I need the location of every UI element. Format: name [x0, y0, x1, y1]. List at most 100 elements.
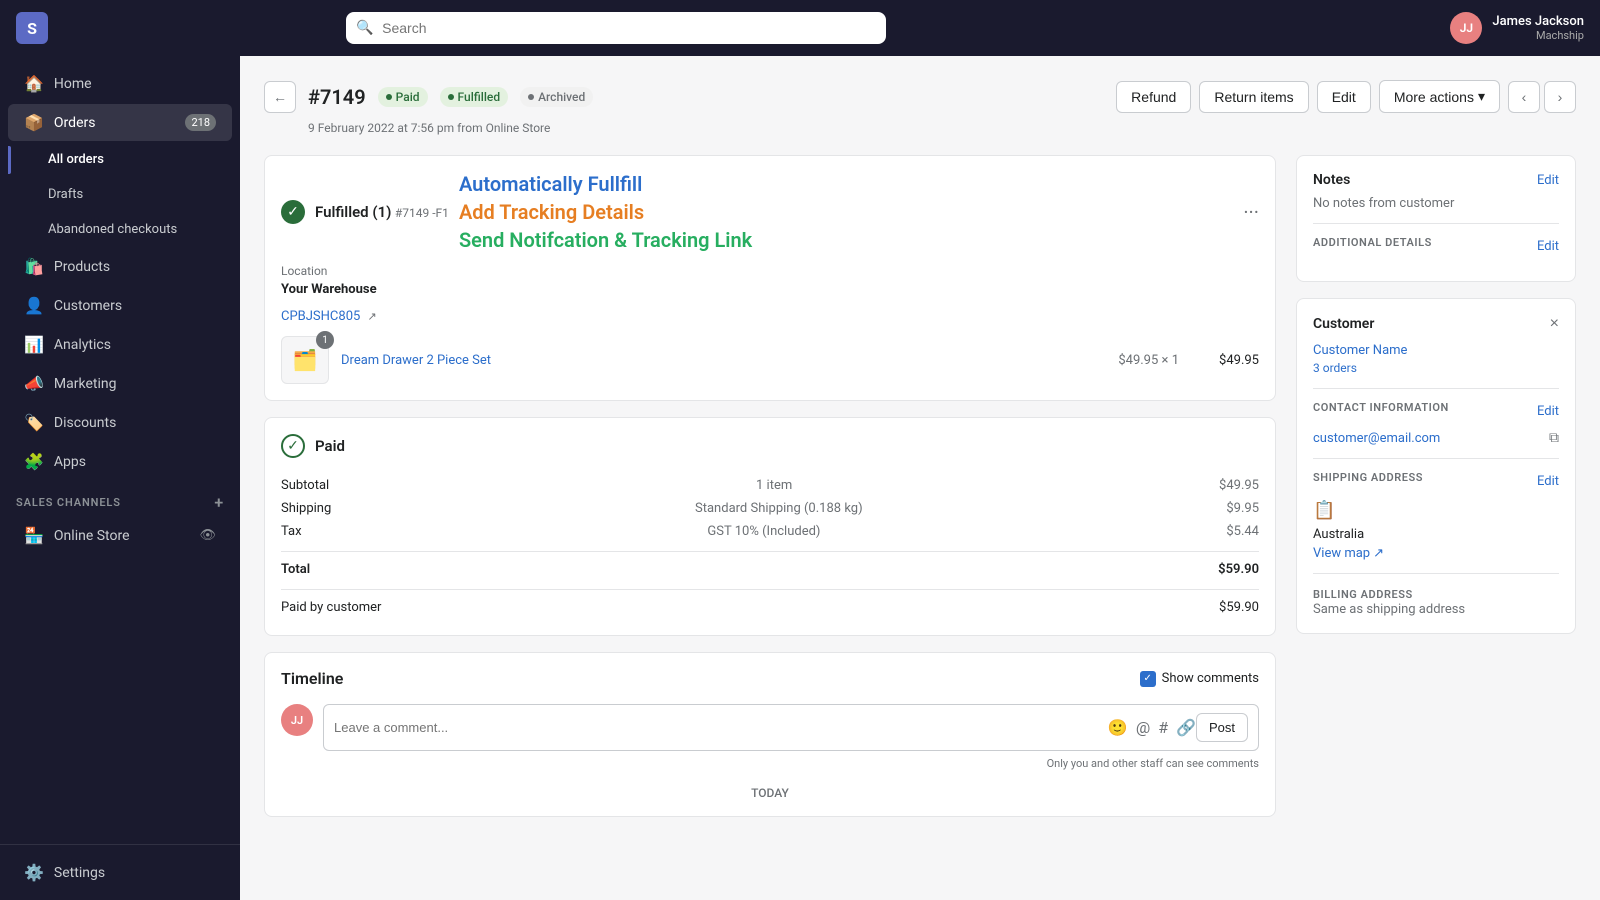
additional-details-edit-button[interactable]: Edit [1537, 239, 1559, 254]
user-info: James Jackson Machship [1492, 14, 1584, 42]
show-comments-label: Show comments [1162, 671, 1259, 686]
address-country: Australia [1313, 527, 1559, 542]
notes-edit-button[interactable]: Edit [1537, 173, 1559, 188]
sidebar-item-abandoned[interactable]: Abandoned checkouts [8, 213, 232, 246]
sidebar-item-home[interactable]: 🏠 Home [8, 65, 232, 102]
additional-details-header: ADDITIONAL DETAILS Edit [1313, 236, 1559, 257]
drafts-label: Drafts [48, 187, 83, 202]
avatar: JJ [1450, 12, 1482, 44]
discounts-icon: 🏷️ [24, 413, 44, 432]
divider-contact [1313, 388, 1559, 389]
timeline-title: Timeline [281, 669, 343, 688]
order-number: #7149 [308, 85, 366, 109]
settings-icon: ⚙️ [24, 863, 44, 882]
total-row: Total $59.90 [281, 551, 1259, 581]
sidebar-item-discounts[interactable]: 🏷️ Discounts [8, 404, 232, 441]
contact-edit-button[interactable]: Edit [1537, 404, 1559, 419]
return-items-button[interactable]: Return items [1199, 81, 1308, 113]
sidebar-item-apps[interactable]: 🧩 Apps [8, 443, 232, 480]
sidebar-item-orders[interactable]: 📦 Orders 218 [8, 104, 232, 141]
shipping-edit-button[interactable]: Edit [1537, 474, 1559, 489]
user-shop: Machship [1492, 29, 1584, 42]
badge-fulfilled: Fulfilled [440, 87, 509, 107]
sidebar-item-analytics[interactable]: 📊 Analytics [8, 326, 232, 363]
order-body: ✓ Fulfilled (1) #7149 -F1 Automatically … [264, 155, 1576, 817]
comment-area: JJ 🙂 @ # 🔗 Post [281, 704, 1259, 751]
notes-header: Notes Edit [1313, 172, 1559, 188]
store-icon: 🏪 [24, 526, 44, 545]
customer-orders-link[interactable]: 3 orders [1313, 361, 1357, 375]
product-name-link[interactable]: Dream Drawer 2 Piece Set [341, 353, 1106, 368]
fulfilled-dot [448, 94, 454, 100]
add-channel-button[interactable]: + [214, 493, 224, 512]
next-order-button[interactable]: › [1544, 81, 1576, 113]
email-row: customer@email.com ⧉ [1313, 430, 1559, 446]
sidebar-item-label: Orders [54, 115, 96, 131]
auto-fulfill-text: Automatically Fullfill Add Tracking Deta… [459, 172, 1233, 252]
view-map-link[interactable]: View map ↗ [1313, 546, 1559, 561]
sidebar-item-settings[interactable]: ⚙️ Settings [8, 854, 232, 891]
chevron-down-icon: ▾ [1478, 88, 1485, 105]
emoji-icon[interactable]: 🙂 [1108, 718, 1128, 737]
sidebar-item-label: Analytics [54, 337, 111, 353]
sidebar-item-drafts[interactable]: Drafts [8, 178, 232, 211]
notes-divider [1313, 223, 1559, 224]
sidebar-item-marketing[interactable]: 📣 Marketing [8, 365, 232, 402]
edit-button[interactable]: Edit [1317, 81, 1371, 113]
notes-title: Notes [1313, 172, 1350, 188]
more-actions-button[interactable]: More actions ▾ [1379, 80, 1500, 113]
prev-order-button[interactable]: ‹ [1508, 81, 1540, 113]
sidebar: 🏠 Home 📦 Orders 218 All orders Drafts Ab… [0, 56, 240, 900]
sidebar-item-all-orders[interactable]: All orders [8, 143, 232, 176]
tracking-code-link[interactable]: CPBJSHC805 [281, 309, 360, 324]
shipping-address-label: SHIPPING ADDRESS [1313, 471, 1423, 484]
more-options-icon[interactable]: ··· [1243, 202, 1259, 222]
attachment-icon[interactable]: 🔗 [1176, 718, 1196, 737]
sidebar-item-label: Apps [54, 454, 86, 470]
refund-button[interactable]: Refund [1116, 81, 1191, 113]
shipping-row: Shipping Standard Shipping (0.188 kg) $9… [281, 497, 1259, 520]
sidebar-item-customers[interactable]: 👤 Customers [8, 287, 232, 324]
search-input[interactable] [346, 12, 886, 44]
sidebar-item-products[interactable]: 🛍️ Products [8, 248, 232, 285]
sidebar-item-online-store[interactable]: 🏪 Online Store 👁 [8, 517, 232, 554]
archived-dot [528, 94, 534, 100]
sidebar-item-label: Home [54, 76, 92, 92]
customer-name-link[interactable]: Customer Name [1313, 343, 1559, 358]
nav-arrows: ‹ › [1508, 81, 1576, 113]
mention-icon[interactable]: @ [1136, 718, 1150, 737]
external-link-icon: ↗ [368, 310, 377, 323]
show-comments-wrap[interactable]: ✓ Show comments [1140, 671, 1259, 687]
fulfilled-check-icon: ✓ [281, 200, 305, 224]
divider-shipping [1313, 458, 1559, 459]
comment-input[interactable] [334, 720, 1108, 735]
product-total: $49.95 [1199, 353, 1259, 368]
customer-close-button[interactable]: × [1550, 315, 1559, 333]
order-sidebar: Notes Edit No notes from customer ADDITI… [1296, 155, 1576, 817]
billing-same-text: Same as shipping address [1313, 602, 1559, 617]
copy-icon[interactable]: ⧉ [1549, 430, 1559, 446]
paid-dot [386, 94, 392, 100]
sidebar-item-label: Customers [54, 298, 122, 314]
user-name: James Jackson [1492, 14, 1584, 29]
commenter-avatar: JJ [281, 704, 313, 736]
post-button[interactable]: Post [1196, 713, 1248, 742]
shipping-address-header: SHIPPING ADDRESS Edit [1313, 471, 1559, 492]
all-orders-label: All orders [48, 152, 104, 167]
timeline-date: TODAY [281, 786, 1259, 800]
fulfilled-subtitle: #7149 -F1 [395, 206, 449, 220]
order-main: ✓ Fulfilled (1) #7149 -F1 Automatically … [264, 155, 1276, 817]
fulfilled-title-wrap: Fulfilled (1) #7149 -F1 [315, 203, 449, 221]
show-comments-checkbox[interactable]: ✓ [1140, 671, 1156, 687]
back-button[interactable]: ← [264, 81, 296, 113]
sales-channels-section: SALES CHANNELS + [0, 481, 240, 516]
paid-header: ✓ Paid [281, 434, 1259, 458]
fulfilled-header: ✓ Fulfilled (1) #7149 -F1 Automatically … [281, 172, 1259, 252]
settings-label: Settings [54, 865, 105, 881]
hashtag-icon[interactable]: # [1158, 718, 1168, 737]
order-header: ← #7149 Paid Fulfilled Archived Refund R… [264, 80, 1576, 113]
customer-email[interactable]: customer@email.com [1313, 431, 1440, 446]
search-bar[interactable]: 🔍 [346, 12, 886, 44]
location-value: Your Warehouse [281, 282, 1259, 297]
apps-icon: 🧩 [24, 452, 44, 471]
